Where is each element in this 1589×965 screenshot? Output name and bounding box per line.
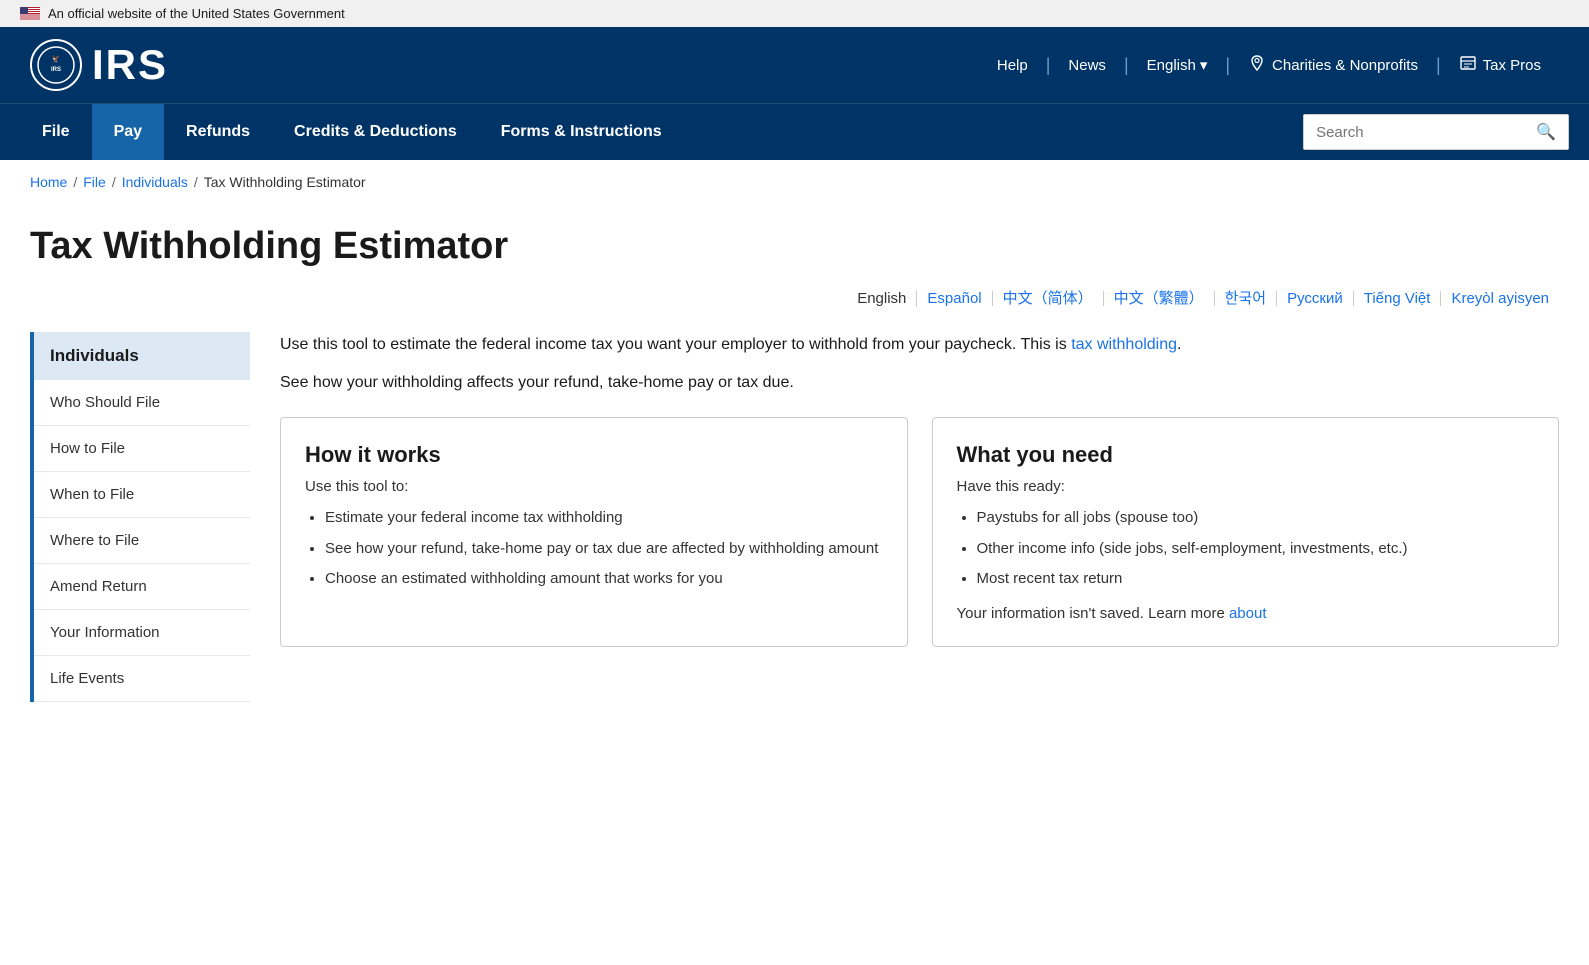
lang-creole[interactable]: Kreyòl ayisyen xyxy=(1441,291,1559,306)
lang-chinese-simplified[interactable]: 中文（简体） xyxy=(993,291,1104,306)
search-button[interactable]: 🔍 xyxy=(1524,115,1568,149)
what-you-need-item-3: Most recent tax return xyxy=(977,568,1535,591)
lang-espanol[interactable]: Español xyxy=(917,291,992,306)
how-it-works-subtitle: Use this tool to: xyxy=(305,478,883,495)
how-it-works-list: Estimate your federal income tax withhol… xyxy=(305,507,883,591)
what-you-need-title: What you need xyxy=(957,442,1535,468)
breadcrumb-home[interactable]: Home xyxy=(30,174,67,190)
irs-emblem: 🦅 IRS xyxy=(30,39,82,91)
nav-item-forms[interactable]: Forms & Instructions xyxy=(479,104,684,160)
breadcrumb-current: Tax Withholding Estimator xyxy=(204,174,366,190)
sidebar-item-where-to-file[interactable]: Where to File xyxy=(34,518,250,564)
sidebar-item-your-information[interactable]: Your Information xyxy=(34,610,250,656)
what-you-need-item-1: Paystubs for all jobs (spouse too) xyxy=(977,507,1535,530)
gov-banner-text: An official website of the United States… xyxy=(48,6,345,21)
breadcrumb-file[interactable]: File xyxy=(83,174,106,190)
header-taxpros-link[interactable]: Tax Pros xyxy=(1441,54,1559,76)
nav-search: 🔍 xyxy=(1303,104,1569,160)
lang-korean[interactable]: 한국어 xyxy=(1215,291,1277,306)
search-input[interactable] xyxy=(1304,117,1524,148)
card-footer-text: Your information isn't saved. Learn more xyxy=(957,605,1229,622)
sidebar-item-amend-return[interactable]: Amend Return xyxy=(34,564,250,610)
sidebar-item-when-to-file[interactable]: When to File xyxy=(34,472,250,518)
intro-text-2: . xyxy=(1177,336,1181,353)
how-it-works-item-2: See how your refund, take-home pay or ta… xyxy=(325,538,883,561)
how-it-works-title: How it works xyxy=(305,442,883,468)
irs-logo[interactable]: 🦅 IRS IRS xyxy=(30,39,168,91)
cards-row: How it works Use this tool to: Estimate … xyxy=(280,417,1559,647)
tax-withholding-link[interactable]: tax withholding xyxy=(1071,336,1177,353)
nav-item-credits[interactable]: Credits & Deductions xyxy=(272,104,479,160)
sidebar-item-how-to-file[interactable]: How to File xyxy=(34,426,250,472)
intro-paragraph-1: Use this tool to estimate the federal in… xyxy=(280,332,1559,358)
chevron-down-icon: ▾ xyxy=(1200,56,1208,74)
lang-vietnamese[interactable]: Tiếng Việt xyxy=(1354,291,1442,306)
nav-item-pay[interactable]: Pay xyxy=(92,104,164,160)
intro-text-1: Use this tool to estimate the federal in… xyxy=(280,336,1071,353)
how-it-works-item-1: Estimate your federal income tax withhol… xyxy=(325,507,883,530)
sidebar-item-who-should-file[interactable]: Who Should File xyxy=(34,380,250,426)
how-it-works-item-3: Choose an estimated withholding amount t… xyxy=(325,568,883,591)
gov-banner: An official website of the United States… xyxy=(0,0,1589,27)
main-content: Tax Withholding Estimator English Españo… xyxy=(0,204,1589,742)
card-footer-link[interactable]: about xyxy=(1229,605,1267,622)
breadcrumb-sep-2: / xyxy=(112,174,116,190)
content-layout: Individuals Who Should File How to File … xyxy=(30,332,1559,702)
language-switcher: English Español 中文（简体） 中文（繁體） 한국어 Русски… xyxy=(30,290,1559,307)
main-area: Use this tool to estimate the federal in… xyxy=(280,332,1559,647)
sidebar: Individuals Who Should File How to File … xyxy=(30,332,250,702)
nav-item-file[interactable]: File xyxy=(20,104,92,160)
what-you-need-footer: Your information isn't saved. Learn more… xyxy=(957,605,1535,622)
breadcrumb-individuals[interactable]: Individuals xyxy=(122,174,188,190)
nav-item-refunds[interactable]: Refunds xyxy=(164,104,272,160)
taxpros-icon xyxy=(1459,54,1477,76)
what-you-need-list: Paystubs for all jobs (spouse too) Other… xyxy=(957,507,1535,591)
breadcrumb-sep-1: / xyxy=(73,174,77,190)
lang-english: English xyxy=(847,290,917,307)
intro-paragraph-2: See how your withholding affects your re… xyxy=(280,371,1559,395)
what-you-need-subtitle: Have this ready: xyxy=(957,478,1535,495)
header-help-link[interactable]: Help xyxy=(979,57,1046,74)
search-wrapper: 🔍 xyxy=(1303,114,1569,150)
lang-russian[interactable]: Русский xyxy=(1277,291,1354,306)
svg-text:IRS: IRS xyxy=(51,67,61,73)
lang-chinese-traditional[interactable]: 中文（繁體） xyxy=(1104,291,1215,306)
how-it-works-card: How it works Use this tool to: Estimate … xyxy=(280,417,908,647)
irs-logo-text: IRS xyxy=(92,41,168,89)
svg-text:🦅: 🦅 xyxy=(52,54,61,63)
sidebar-item-life-events[interactable]: Life Events xyxy=(34,656,250,702)
breadcrumb: Home / File / Individuals / Tax Withhold… xyxy=(0,160,1589,204)
page-title: Tax Withholding Estimator xyxy=(30,224,1559,270)
what-you-need-card: What you need Have this ready: Paystubs … xyxy=(932,417,1560,647)
flag-icon xyxy=(20,7,40,20)
header-english-link[interactable]: English ▾ xyxy=(1129,56,1226,74)
charities-icon xyxy=(1248,54,1266,76)
header: 🦅 IRS IRS Help | News | English ▾ | Char… xyxy=(0,27,1589,103)
header-news-link[interactable]: News xyxy=(1050,57,1124,74)
breadcrumb-sep-3: / xyxy=(194,174,198,190)
header-links: Help | News | English ▾ | Charities & No… xyxy=(979,54,1559,76)
nav-bar: File Pay Refunds Credits & Deductions Fo… xyxy=(0,103,1589,160)
search-icon: 🔍 xyxy=(1536,124,1556,141)
sidebar-title[interactable]: Individuals xyxy=(34,332,250,380)
what-you-need-item-2: Other income info (side jobs, self-emplo… xyxy=(977,538,1535,561)
header-charities-link[interactable]: Charities & Nonprofits xyxy=(1230,54,1436,76)
